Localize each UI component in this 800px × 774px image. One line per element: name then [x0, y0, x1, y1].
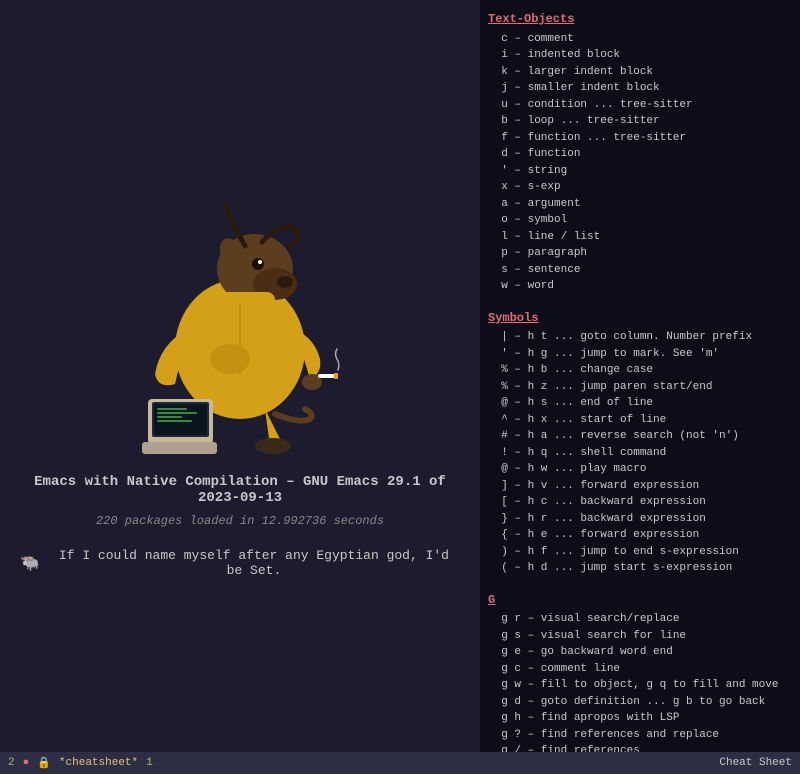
list-item: ( – h d ... jump start s-expression: [488, 560, 792, 577]
list-item: k – larger indent block: [488, 64, 792, 81]
status-bar: 2 ● 🔒 *cheatsheet* 1 Cheat Sheet: [0, 752, 800, 774]
list-item: g s – visual search for line: [488, 628, 792, 645]
section-symbols-title: Symbols: [488, 309, 792, 328]
text-objects-list: c – comment i – indented block k – large…: [488, 31, 792, 295]
gnu-mascot: [100, 174, 380, 454]
quote-icon: 🐃: [20, 553, 40, 573]
list-item: @ – h w ... play macro: [488, 461, 792, 478]
emacs-title: Emacs with Native Compilation – GNU Emac…: [20, 474, 460, 506]
list-item: ! – h q ... shell command: [488, 445, 792, 462]
list-item: ' – string: [488, 163, 792, 180]
list-item: g r – visual search/replace: [488, 611, 792, 628]
list-item: ' – h g ... jump to mark. See 'm': [488, 346, 792, 363]
list-item: ^ – h x ... start of line: [488, 412, 792, 429]
list-item: o – symbol: [488, 212, 792, 229]
status-lock-icon: 🔒: [37, 756, 51, 770]
list-item: [ – h c ... backward expression: [488, 494, 792, 511]
list-item: i – indented block: [488, 47, 792, 64]
list-item: } – h r ... backward expression: [488, 511, 792, 528]
list-item: l – line / list: [488, 229, 792, 246]
list-item: | – h t ... goto column. Number prefix: [488, 329, 792, 346]
list-item: c – comment: [488, 31, 792, 48]
list-item: g d – goto definition ... g b to go back: [488, 694, 792, 711]
app-window: Emacs with Native Compilation – GNU Emac…: [0, 0, 800, 774]
list-item: % – h z ... jump paren start/end: [488, 379, 792, 396]
list-item: g h – find apropos with LSP: [488, 710, 792, 727]
status-num: 2: [8, 757, 15, 769]
section-text-objects-title: Text-Objects: [488, 10, 792, 29]
list-item: j – smaller indent block: [488, 80, 792, 97]
list-item: b – loop ... tree-sitter: [488, 113, 792, 130]
list-item: ] – h v ... forward expression: [488, 478, 792, 495]
list-item: p – paragraph: [488, 245, 792, 262]
list-item: a – argument: [488, 196, 792, 213]
list-item: g e – go backward word end: [488, 644, 792, 661]
list-item: u – condition ... tree-sitter: [488, 97, 792, 114]
list-item: f – function ... tree-sitter: [488, 130, 792, 147]
emacs-subtitle: 220 packages loaded in 12.992736 seconds: [96, 514, 384, 528]
list-item: g / – find references: [488, 743, 792, 752]
symbols-list: | – h t ... goto column. Number prefix '…: [488, 329, 792, 577]
list-item: g c – comment line: [488, 661, 792, 678]
status-filename: *cheatsheet*: [59, 757, 138, 769]
list-item: # – h a ... reverse search (not 'n'): [488, 428, 792, 445]
list-item: s – sentence: [488, 262, 792, 279]
g-list: g r – visual search/replace g s – visual…: [488, 611, 792, 752]
list-item: w – word: [488, 278, 792, 295]
list-item: x – s-exp: [488, 179, 792, 196]
status-right-text: Cheat Sheet: [719, 757, 792, 769]
left-panel: Emacs with Native Compilation – GNU Emac…: [0, 0, 480, 752]
list-item: g ? – find references and replace: [488, 727, 792, 744]
right-panel[interactable]: Text-Objects c – comment i – indented bl…: [480, 0, 800, 752]
status-dot: ●: [23, 757, 30, 769]
list-item: d – function: [488, 146, 792, 163]
status-num2: 1: [146, 757, 153, 769]
section-g-title: G: [488, 591, 792, 610]
quote-text: If I could name myself after any Egyptia…: [48, 548, 460, 578]
list-item: @ – h s ... end of line: [488, 395, 792, 412]
emacs-quote: 🐃 If I could name myself after any Egypt…: [20, 548, 460, 578]
list-item: g w – fill to object, g q to fill and mo…: [488, 677, 792, 694]
content-area: Emacs with Native Compilation – GNU Emac…: [0, 0, 800, 752]
list-item: ) – h f ... jump to end s-expression: [488, 544, 792, 561]
list-item: { – h e ... forward expression: [488, 527, 792, 544]
list-item: % – h b ... change case: [488, 362, 792, 379]
